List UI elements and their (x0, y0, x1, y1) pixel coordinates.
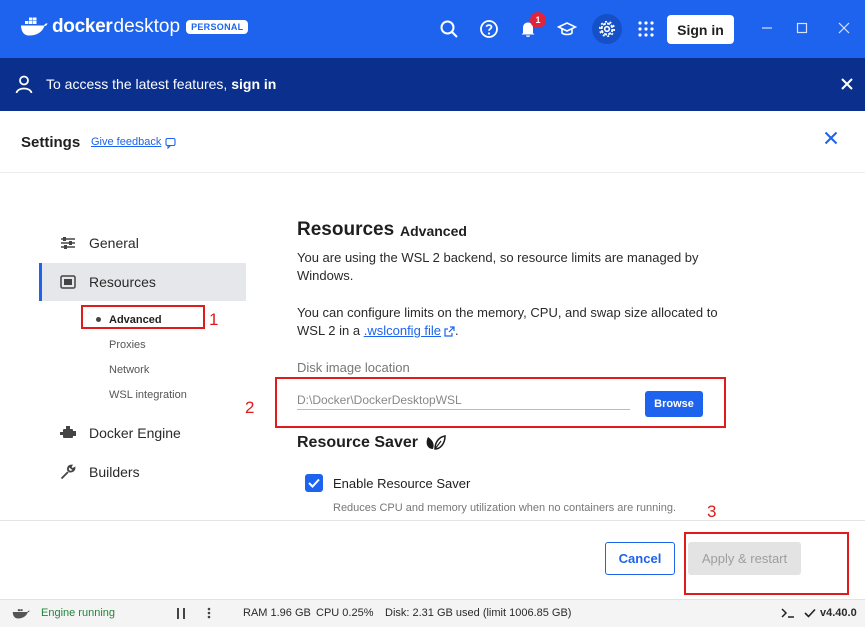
sidebar-item-label: Resources (89, 274, 156, 290)
disk-image-label: Disk image location (297, 360, 410, 375)
wslconfig-text-suffix: . (455, 323, 459, 338)
cpu-usage: CPU 0.25% (316, 607, 374, 619)
checkmark-icon (308, 478, 320, 488)
engine-icon (60, 426, 76, 438)
enable-resource-saver-checkbox[interactable] (305, 474, 323, 492)
page-title: Resources (297, 219, 395, 240)
version-label: v4.40.0 (820, 607, 857, 619)
ram-usage: RAM 1.96 GB (243, 607, 311, 619)
docker-logo: docker desktop PERSONAL (20, 16, 249, 38)
sidebar-item-label: General (89, 235, 139, 251)
sidebar-subitem-network[interactable]: Network (109, 364, 149, 376)
disk-usage: Disk: 2.31 GB used (limit 1006.85 GB) (385, 607, 572, 619)
annotation-box-apply (684, 532, 849, 595)
close-icon (824, 131, 838, 145)
resource-saver-title: Resource Saver (297, 434, 418, 451)
page-subtitle: Advanced (400, 223, 467, 239)
docker-whale-icon (21, 17, 48, 36)
settings-button[interactable] (592, 14, 622, 44)
enable-resource-saver-label[interactable]: Enable Resource Saver (333, 476, 470, 491)
learning-center-button[interactable] (552, 14, 582, 44)
footer-divider (0, 520, 865, 521)
sidebar-item-builders[interactable]: Builders (39, 453, 246, 491)
annotation-number: 1 (209, 310, 219, 329)
apps-grid-icon (638, 21, 654, 37)
wslconfig-link[interactable]: .wslconfig file (364, 323, 441, 338)
notification-badge: 1 (530, 12, 546, 28)
more-options-icon[interactable] (207, 607, 211, 619)
banner-sign-in-link[interactable]: sign in (231, 76, 276, 92)
sidebar-subitem-proxies[interactable]: Proxies (109, 339, 146, 351)
search-button[interactable] (434, 14, 464, 44)
close-icon (841, 78, 853, 90)
status-bar: Engine running RAM 1.96 GB CPU 0.25% Dis… (0, 599, 865, 627)
sidebar-subitem-wsl-integration[interactable]: WSL integration (109, 389, 187, 401)
sidebar-item-resources[interactable]: Resources (39, 263, 246, 301)
external-link-icon[interactable] (444, 326, 455, 337)
terminal-icon[interactable] (781, 607, 795, 619)
settings-title: Settings (21, 134, 81, 151)
checkmark-icon (804, 608, 816, 618)
sidebar-item-label: Docker Engine (89, 425, 181, 441)
annotation-box-advanced (81, 305, 205, 329)
sidebar-item-docker-engine[interactable]: Docker Engine (39, 414, 246, 452)
leaf-icon (426, 435, 446, 450)
maximize-icon (796, 22, 808, 34)
close-icon (838, 22, 850, 34)
annotation-number: 3 (707, 502, 717, 521)
sidebar-item-label: Builders (89, 464, 140, 480)
help-icon (480, 20, 498, 38)
edition-badge: PERSONAL (186, 20, 249, 34)
banner-text: To access the latest features, sign in (46, 76, 276, 92)
feedback-icon[interactable] (165, 137, 177, 149)
top-bar: docker desktop PERSONAL 1 Sign in (0, 0, 865, 58)
resource-saver-description: Reduces CPU and memory utilization when … (333, 502, 677, 514)
brand-product: desktop (113, 16, 181, 37)
sliders-icon (61, 237, 75, 249)
settings-close-button[interactable] (824, 128, 838, 151)
sign-in-button[interactable]: Sign in (667, 15, 734, 44)
maximize-button[interactable] (792, 18, 812, 38)
banner-close-button[interactable] (841, 74, 853, 95)
wrench-icon (60, 464, 76, 480)
banner-message: To access the latest features, (46, 76, 228, 92)
wslconfig-text-prefix: You can configure limits on the memory, … (297, 305, 718, 338)
sign-in-banner: To access the latest features, sign in (0, 58, 865, 111)
annotation-box-disk-location (275, 377, 726, 428)
help-button[interactable] (474, 14, 504, 44)
gear-icon (598, 20, 616, 38)
person-icon (15, 75, 33, 94)
header-divider (0, 172, 865, 173)
engine-status: Engine running (41, 607, 116, 619)
pause-icon[interactable] (176, 608, 186, 619)
annotation-number: 2 (245, 398, 255, 417)
cancel-button[interactable]: Cancel (605, 542, 675, 575)
sidebar-item-general[interactable]: General (39, 224, 246, 262)
brand-name: docker (52, 16, 113, 37)
search-icon (440, 20, 458, 38)
window-close-button[interactable] (834, 18, 854, 38)
wslconfig-text: You can configure limits on the memory, … (297, 304, 727, 340)
minimize-icon (762, 27, 772, 29)
learn-icon (557, 22, 577, 36)
docker-whale-icon (12, 609, 30, 619)
minimize-button[interactable] (757, 18, 777, 38)
wsl-backend-text: You are using the WSL 2 backend, so reso… (297, 250, 699, 283)
give-feedback-link[interactable]: Give feedback (91, 136, 161, 148)
extensions-button[interactable] (631, 14, 661, 44)
resources-icon (60, 275, 76, 289)
